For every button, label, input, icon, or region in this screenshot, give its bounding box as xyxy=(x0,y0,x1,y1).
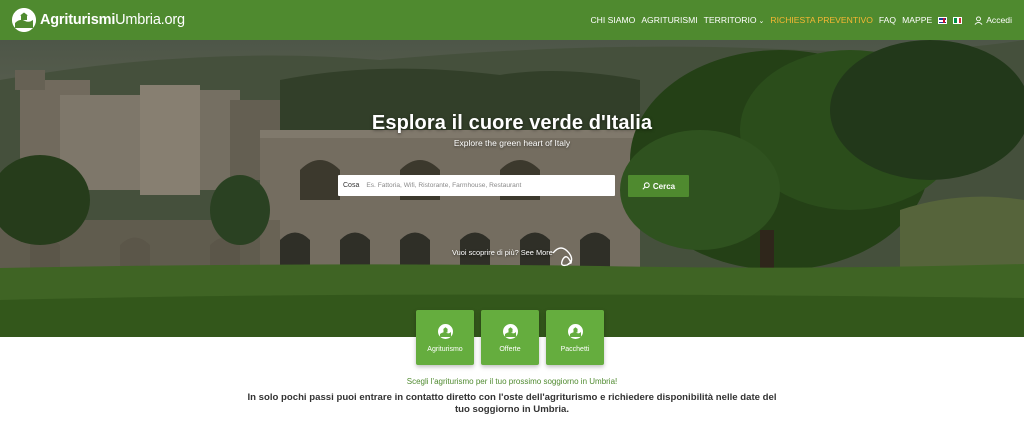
category-label: Agriturismo xyxy=(427,346,463,353)
logo-text: AgriturismiUmbria.org xyxy=(40,12,185,28)
top-navbar: AgriturismiUmbria.org CHI SIAMO AGRITURI… xyxy=(0,0,1024,40)
logo-icon xyxy=(12,8,36,32)
uk-flag-icon[interactable] xyxy=(938,16,948,24)
hero-title: Esplora il cuore verde d'Italia xyxy=(371,112,653,134)
category-cards: Agriturismo Offerte Pacchetti xyxy=(0,310,1024,366)
nav-territorio[interactable]: TERRITORIO ⌄ xyxy=(704,15,765,25)
category-card-agriturismo[interactable]: Agriturismo xyxy=(416,310,474,365)
site-logo[interactable]: AgriturismiUmbria.org xyxy=(12,8,185,32)
nav-faq[interactable]: FAQ xyxy=(879,15,896,25)
nav-territorio-label: TERRITORIO xyxy=(703,15,757,25)
category-label: Pacchetti xyxy=(560,346,590,353)
category-card-pacchetti[interactable]: Pacchetti xyxy=(546,310,604,365)
hero-banner: Esplora il cuore verde d'Italia Explore … xyxy=(0,40,1024,337)
nav-chi-siamo[interactable]: CHI SIAMO xyxy=(590,15,635,25)
chevron-down-icon: ⌄ xyxy=(758,18,765,25)
farmhouse-icon xyxy=(437,324,453,339)
main-nav: CHI SIAMO AGRITURISMI TERRITORIO ⌄ RICHIE… xyxy=(590,15,1012,25)
category-card-offerte[interactable]: Offerte xyxy=(481,310,539,365)
nav-richiesta-preventivo[interactable]: RICHIESTA PREVENTIVO xyxy=(770,15,873,25)
search-bar: Cosa xyxy=(338,175,615,196)
see-more-link[interactable]: Vuoi scoprire di più? See More xyxy=(452,248,553,257)
nav-agriturismi[interactable]: AGRITURISMI xyxy=(641,15,697,25)
farmhouse-icon xyxy=(502,324,518,339)
search-button[interactable]: Cerca xyxy=(628,175,689,197)
intro-text: In solo pochi passi puoi entrare in cont… xyxy=(247,392,777,415)
login-link[interactable]: Accedi xyxy=(974,15,1012,25)
search-button-label: Cerca xyxy=(652,181,676,191)
category-label: Offerte xyxy=(499,346,521,353)
search-icon xyxy=(642,182,650,190)
user-icon xyxy=(974,15,983,25)
farmhouse-icon xyxy=(567,324,583,339)
login-label: Accedi xyxy=(986,15,1012,25)
tagline: Scegli l'agriturismo per il tuo prossimo… xyxy=(406,377,618,386)
curly-arrow-icon xyxy=(552,247,573,267)
search-input[interactable] xyxy=(366,182,615,189)
hero-subtitle: Explore the green heart of Italy xyxy=(453,138,571,148)
italy-flag-icon[interactable] xyxy=(953,16,963,24)
nav-mappe[interactable]: MAPPE xyxy=(902,15,932,25)
search-label: Cosa xyxy=(343,182,360,189)
